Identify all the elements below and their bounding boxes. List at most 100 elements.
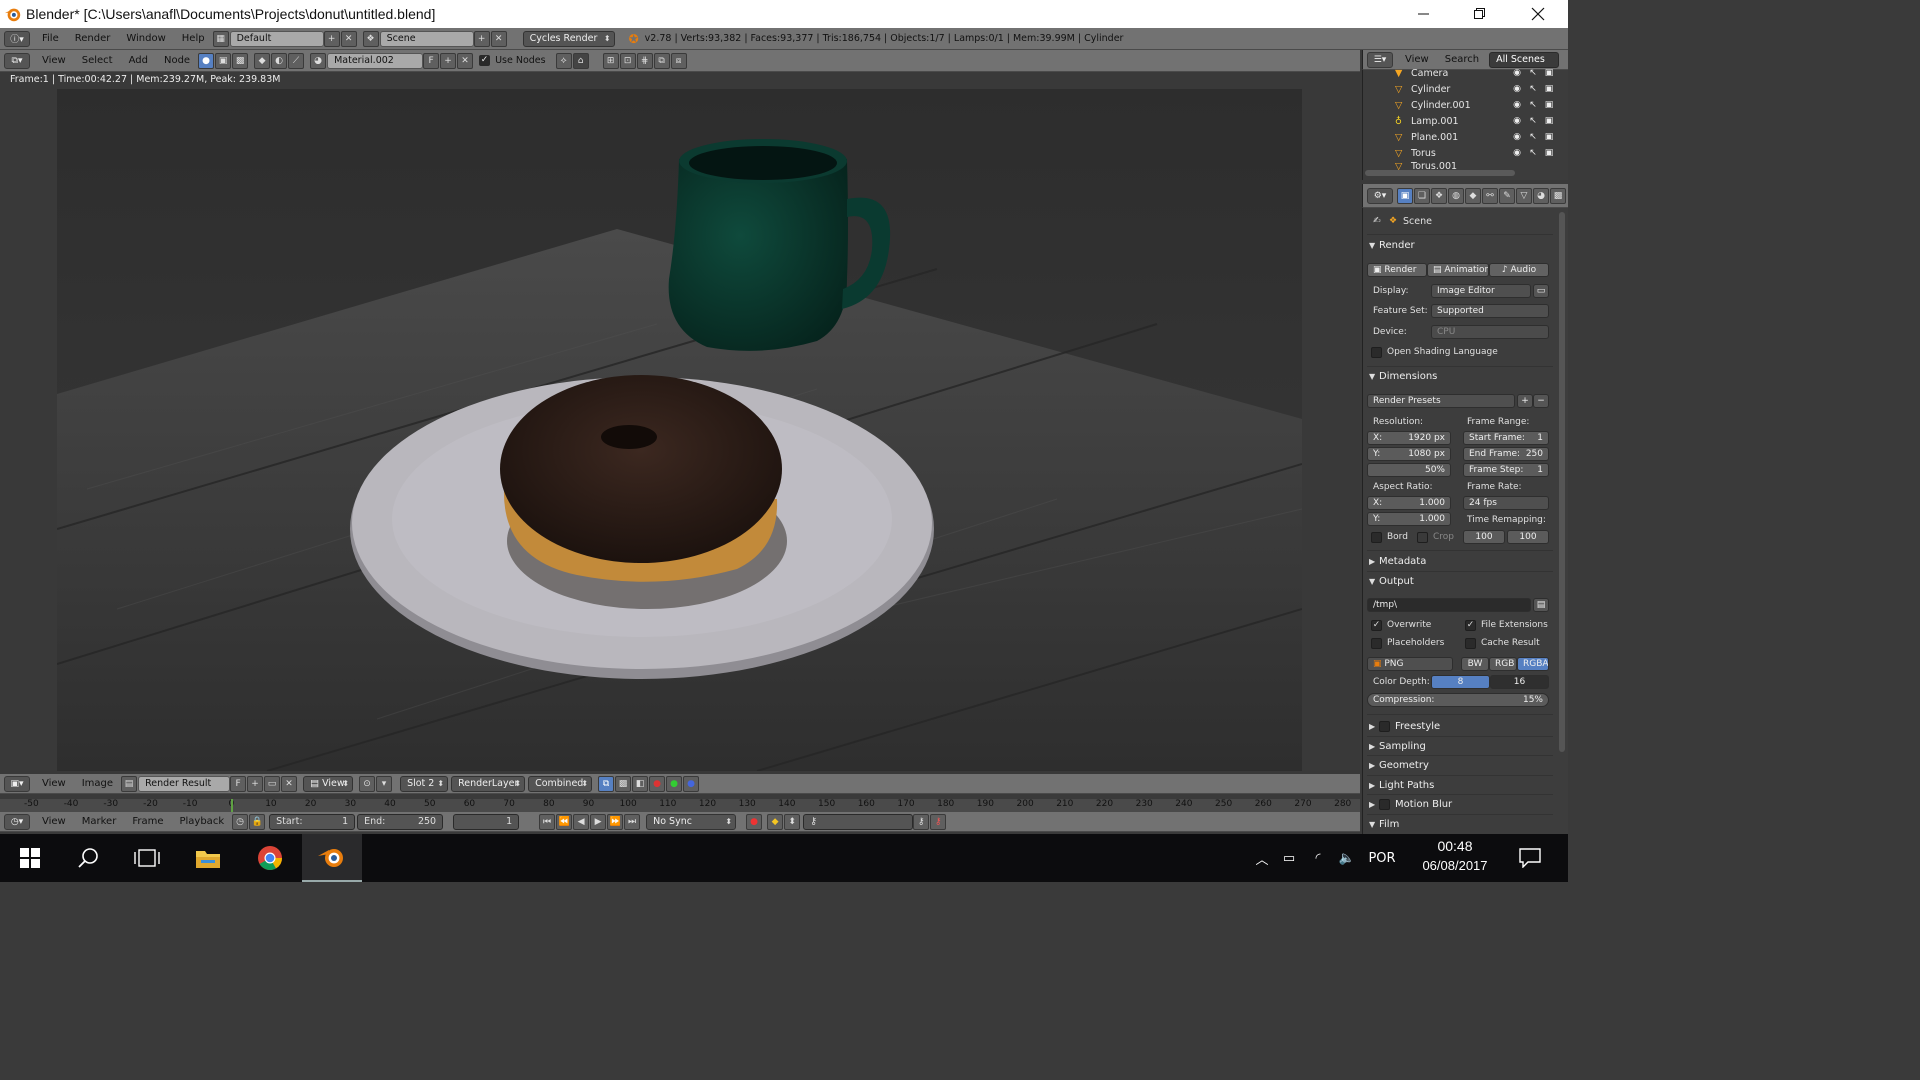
start-button[interactable] [0,834,60,882]
prev-keyframe-button[interactable]: ⏪ [556,813,573,830]
menu-window[interactable]: Window [118,33,173,44]
tab-material[interactable]: ◕ [1533,187,1549,204]
image-open-button[interactable]: ▭ [264,775,281,792]
alpha-button[interactable]: ▩ [615,775,632,792]
delete-keyframe-button[interactable]: ⚷ [930,813,947,830]
file-extensions-checkbox[interactable]: ✓ [1465,620,1476,631]
material-add-button[interactable]: + [440,52,457,69]
outliner-item[interactable]: ▽ Cylinder.001 ◉ ↖ ▣ [1363,97,1568,113]
view-mode-dropdown[interactable]: ▤ View [303,775,354,792]
frame-step-field[interactable]: Frame Step: 1 [1463,463,1549,477]
compression-slider[interactable]: Compression: 15% [1367,693,1549,707]
eye-icon[interactable]: ◉ [1511,131,1523,143]
blue-channel-button[interactable]: ● [683,775,700,792]
menu-view[interactable]: View [34,55,74,66]
blender-taskbar-button[interactable] [302,834,362,882]
cache-result-checkbox[interactable] [1465,638,1476,649]
outliner-item[interactable]: ▼ Camera ◉ ↖ ▣ [1363,65,1568,81]
shader-nodes-button[interactable]: ● [198,52,215,69]
editor-type-node-button[interactable]: ⧉▾ [4,52,30,69]
language-indicator[interactable]: POR [1362,851,1402,866]
draw-channels-button[interactable]: ⧉ [598,775,615,792]
outliner-tree[interactable]: ▼ Camera ◉ ↖ ▣ ▽ Cylinder ◉ ↖ ▣ ▽ Cylinder.0… [1362,68,1568,180]
placeholders-checkbox[interactable] [1371,638,1382,649]
tab-texture[interactable]: ▩ [1550,187,1566,204]
material-name-field[interactable]: Material.002 [327,52,424,69]
camera-render-icon[interactable]: ▣ [1543,67,1555,79]
tab-scene[interactable]: ❖ [1431,187,1447,204]
close-button[interactable] [1510,0,1566,28]
cursor-icon[interactable]: ↖ [1527,147,1539,159]
output-path-field[interactable]: /tmp\ [1367,598,1531,612]
timeline-ruler[interactable]: -50-40-30-20-100102030405060708090100110… [0,794,1360,812]
snap-element-button[interactable]: ⊡ [619,52,636,69]
resolution-y-field[interactable]: Y: 1080 px [1367,447,1451,461]
eye-icon[interactable]: ◉ [1511,147,1523,159]
light-paths-panel-header[interactable]: ▶ Light Paths [1367,776,1553,794]
battery-icon[interactable]: ▭ [1274,851,1304,866]
backdrop-button[interactable]: ⟡ [555,52,572,69]
eye-icon[interactable]: ◉ [1511,115,1523,127]
start-frame-field[interactable]: Start Frame: 1 [1463,431,1549,445]
red-channel-button[interactable]: ● [649,775,666,792]
task-view-button[interactable] [117,834,177,882]
current-frame-input[interactable]: 1 [453,813,520,830]
camera-render-icon[interactable]: ▣ [1543,131,1555,143]
resolution-percentage-field[interactable]: 50% [1367,463,1451,477]
tab-data[interactable]: ▽ [1516,187,1532,204]
timeline-menu-playback[interactable]: Playback [171,816,232,827]
osl-checkbox[interactable] [1371,347,1382,358]
node-editor-viewport[interactable]: Frame:1 | Time:00:42.27 | Mem:239.27M, P… [0,72,1360,774]
menu-select[interactable]: Select [74,55,121,66]
output-path-browse-button[interactable]: ▤ [1533,598,1549,612]
render-button[interactable]: ▣ Render [1367,263,1427,277]
dimensions-panel-header[interactable]: ▼ Dimensions [1367,367,1553,385]
camera-render-icon[interactable]: ▣ [1543,115,1555,127]
jump-end-button[interactable]: ⏭ [624,813,641,830]
film-panel-header[interactable]: ▼ Film [1367,815,1553,833]
insert-keyframe-button[interactable]: ⚷ [913,813,930,830]
next-keyframe-button[interactable]: ⏩ [607,813,624,830]
play-reverse-button[interactable]: ◀ [573,813,590,830]
tab-world[interactable]: ◍ [1448,187,1464,204]
sampling-panel-header[interactable]: ▶ Sampling [1367,737,1553,755]
use-nodes-checkbox[interactable]: ✓ [479,55,491,66]
menu-add[interactable]: Add [121,55,156,66]
restore-button[interactable] [1452,0,1508,28]
camera-render-icon[interactable]: ▣ [1543,99,1555,111]
scene-remove-button[interactable]: ✕ [490,30,507,47]
geometry-panel-header[interactable]: ▶ Geometry [1367,756,1553,774]
frame-rate-dropdown[interactable]: 24 fps [1463,496,1549,510]
image-unlink-button[interactable]: ✕ [281,775,298,792]
slot-dropdown[interactable]: Slot 2 [400,775,449,792]
border-checkbox[interactable] [1371,532,1382,543]
overwrite-checkbox[interactable]: ✓ [1371,620,1382,631]
paste-button[interactable]: ⧈ [670,52,687,69]
color-mode-rgb[interactable]: RGB [1489,657,1517,671]
render-panel-header[interactable]: ▼ Render [1367,236,1553,254]
end-frame-field[interactable]: End Frame: 250 [1463,447,1549,461]
device-dropdown[interactable]: CPU [1431,325,1549,339]
camera-render-icon[interactable]: ▣ [1543,83,1555,95]
layout-browse-button[interactable]: ▦ [212,30,229,47]
scene-name-field[interactable]: Scene [379,30,474,47]
active-keying-set-field[interactable]: ⚷ [803,813,914,830]
display-dropdown[interactable]: Image Editor [1431,284,1531,298]
properties-panel[interactable]: ✍ ❖ Scene ▼ Render ▣ Render ▤ Animation … [1362,208,1568,834]
color-depth-16[interactable]: 16 [1490,675,1549,689]
jump-start-button[interactable]: ⏮ [539,813,556,830]
snap-toggle-button[interactable]: ⊞ [602,52,619,69]
pivot-button[interactable]: ⊙ [359,775,376,792]
pin-icon[interactable]: ✍ [1373,216,1381,226]
timeline-menu-marker[interactable]: Marker [74,816,125,827]
scene-add-button[interactable]: + [473,30,490,47]
menu-file[interactable]: File [34,33,67,44]
output-panel-header[interactable]: ▼ Output [1367,572,1553,590]
parent-button[interactable]: ⌂ [572,52,589,69]
play-button[interactable]: ▶ [590,813,607,830]
eye-icon[interactable]: ◉ [1511,67,1523,79]
tab-render-layers[interactable]: ❏ [1414,187,1430,204]
volume-icon[interactable]: 🔈 [1332,851,1362,866]
eye-icon[interactable]: ◉ [1511,99,1523,111]
minimize-button[interactable] [1396,0,1452,28]
